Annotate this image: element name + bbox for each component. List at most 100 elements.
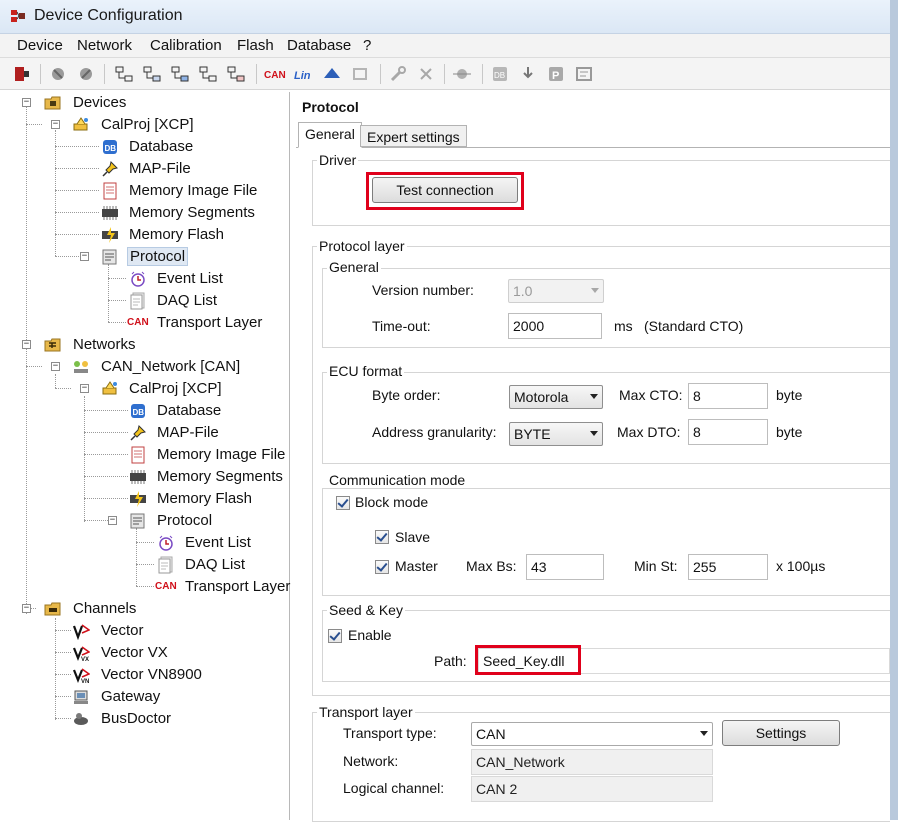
tree-calproj[interactable]: CalProj [XCP] <box>101 116 194 133</box>
tree-busdoctor[interactable]: BusDoctor <box>101 710 171 727</box>
vector-vn-icon: VN <box>72 668 90 684</box>
protocol-expander[interactable]: − <box>80 252 89 261</box>
timeout-input[interactable]: 2000 <box>508 313 602 339</box>
max-bs-input[interactable]: 43 <box>526 554 604 580</box>
channels-expander[interactable]: − <box>22 604 31 613</box>
calproj-expander[interactable]: − <box>51 120 60 129</box>
transport-type-select[interactable]: CAN <box>471 722 713 746</box>
memory-flash-icon <box>102 227 118 243</box>
transport-settings-button[interactable]: Settings <box>722 720 840 746</box>
network-protocol-expander[interactable]: − <box>108 516 117 525</box>
slave-checkbox[interactable] <box>375 530 389 544</box>
protocol-icon-3[interactable] <box>170 64 190 84</box>
devices-expander[interactable]: − <box>22 98 31 107</box>
ecu-format-title: ECU format <box>327 363 405 379</box>
svg-text:VX: VX <box>81 657 89 662</box>
delete-icon[interactable] <box>416 64 436 84</box>
properties-icon[interactable] <box>574 64 594 84</box>
download-icon[interactable] <box>518 64 538 84</box>
enable-label: Enable <box>348 627 392 643</box>
can-network-icon <box>74 361 88 373</box>
tree-network-event-list[interactable]: Event List <box>185 534 251 551</box>
lin-icon[interactable]: Lin <box>294 64 314 84</box>
tree-gateway[interactable]: Gateway <box>101 688 160 705</box>
tree-network-memory-image-file[interactable]: Memory Image File <box>157 446 285 463</box>
ecu-format-group <box>322 372 890 464</box>
tree-event-list[interactable]: Event List <box>157 270 223 287</box>
protocol-icon-5[interactable] <box>226 64 246 84</box>
master-checkbox[interactable] <box>375 560 389 574</box>
tree-network-memory-flash[interactable]: Memory Flash <box>157 490 252 507</box>
network-field: CAN_Network <box>471 749 713 775</box>
logical-channel-label: Logical channel: <box>343 780 445 796</box>
can-icon[interactable]: CAN <box>264 64 288 84</box>
menu-help[interactable]: ? <box>363 37 371 54</box>
address-granularity-select[interactable]: BYTE <box>509 422 603 446</box>
tree-network-daq-list[interactable]: DAQ List <box>185 556 245 573</box>
tree-memory-segments[interactable]: Memory Segments <box>129 204 255 221</box>
protocol-icon-2[interactable] <box>142 64 162 84</box>
block-mode-checkbox[interactable] <box>336 496 350 510</box>
tree-networks[interactable]: Networks <box>73 336 136 353</box>
tree-network-calproj[interactable]: CalProj [XCP] <box>129 380 222 397</box>
max-bs-label: Max Bs: <box>466 558 517 574</box>
ecu-icon <box>73 117 88 131</box>
tab-expert-settings[interactable]: Expert settings <box>360 125 467 147</box>
tree-devices[interactable]: Devices <box>73 94 126 111</box>
enable-checkbox[interactable] <box>328 629 342 643</box>
max-cto-label: Max CTO: <box>619 387 683 403</box>
tree-map-file[interactable]: MAP-File <box>129 160 191 177</box>
tree-daq-list[interactable]: DAQ List <box>157 292 217 309</box>
tree-network-memory-segments[interactable]: Memory Segments <box>157 468 283 485</box>
min-st-input[interactable]: 255 <box>688 554 768 580</box>
protocol-icon-1[interactable] <box>114 64 134 84</box>
tree-transport-layer[interactable]: Transport Layer <box>157 314 262 331</box>
path-label: Path: <box>434 653 467 669</box>
tree-memory-image-file[interactable]: Memory Image File <box>129 182 257 199</box>
menu-network[interactable]: Network <box>77 37 132 54</box>
tree-vector-vn8900[interactable]: Vector VN8900 <box>101 666 202 683</box>
protocol-icon-4[interactable] <box>198 64 218 84</box>
exit-icon[interactable] <box>12 64 32 84</box>
menu-database[interactable]: Database <box>287 37 351 54</box>
flexray-icon[interactable] <box>322 64 342 84</box>
tree-can-network[interactable]: CAN_Network [CAN] <box>101 358 240 375</box>
tree-network-transport-layer[interactable]: Transport Layer <box>185 578 290 595</box>
tree-network-map-file[interactable]: MAP-File <box>157 424 219 441</box>
network-calproj-expander[interactable]: − <box>80 384 89 393</box>
wrench-icon[interactable] <box>388 64 408 84</box>
tree-channels[interactable]: Channels <box>73 600 136 617</box>
menu-device[interactable]: Device <box>17 37 63 54</box>
max-cto-input[interactable]: 8 <box>688 383 768 409</box>
menu-calibration[interactable]: Calibration <box>150 37 222 54</box>
networks-expander[interactable]: − <box>22 340 31 349</box>
tab-general[interactable]: General <box>298 122 362 148</box>
tree-vector-vx[interactable]: Vector VX <box>101 644 168 661</box>
can-network-expander[interactable]: − <box>51 362 60 371</box>
database-icon[interactable]: DB <box>490 64 510 84</box>
logical-channel-field: CAN 2 <box>471 776 713 802</box>
tree-network-database[interactable]: Database <box>157 402 221 419</box>
menu-flash[interactable]: Flash <box>237 37 274 54</box>
tree-database[interactable]: Database <box>129 138 193 155</box>
panel-heading: Protocol <box>302 99 359 115</box>
max-dto-input[interactable]: 8 <box>688 419 768 445</box>
svg-text:DB: DB <box>494 71 505 80</box>
link-icon[interactable] <box>452 64 472 84</box>
tree-protocol[interactable]: Protocol <box>127 247 189 266</box>
memory-segments-icon <box>102 206 118 220</box>
parking-icon[interactable]: P <box>546 64 566 84</box>
protocol-icon <box>130 513 145 529</box>
transport-type-label: Transport type: <box>343 725 437 741</box>
svg-text:CAN: CAN <box>264 70 286 81</box>
tree-vector[interactable]: Vector <box>101 622 144 639</box>
block-mode-label: Block mode <box>355 494 429 510</box>
tree-memory-flash[interactable]: Memory Flash <box>129 226 224 243</box>
version-value: 1.0 <box>513 283 533 299</box>
tree-network-protocol[interactable]: Protocol <box>157 512 212 529</box>
ethernet-icon[interactable] <box>350 64 370 84</box>
byte-order-select[interactable]: Motorola <box>509 385 603 409</box>
device-remove-icon[interactable] <box>76 64 96 84</box>
device-add-icon[interactable] <box>48 64 68 84</box>
svg-text:P: P <box>552 70 559 82</box>
